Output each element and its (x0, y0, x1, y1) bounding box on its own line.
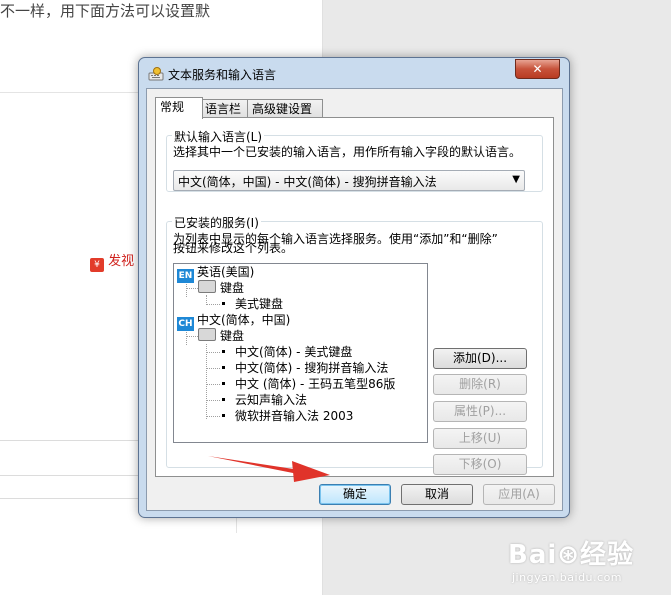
bullet-icon (222, 302, 225, 305)
tree-item-english-us[interactable]: EN 英语(美国) (177, 264, 255, 283)
baidu-jingyan-watermark: Bai⊛经验 jingyan.baidu.com (508, 534, 634, 584)
share-label: 发视 (108, 254, 135, 269)
tree-line (206, 416, 220, 418)
move-down-button[interactable]: 下移(O) (433, 454, 527, 475)
bullet-icon (222, 366, 225, 369)
tree-item-label: 中文(简体) - 美式键盘 (235, 345, 353, 359)
bullet-icon (222, 382, 225, 385)
bullet-icon (222, 350, 225, 353)
text-services-dialog: 文本服务和输入语言 ✕ 常规 语言栏 高级键设置 默认输入语言(L) 选择其中一… (138, 57, 570, 518)
dialog-client-area: 常规 语言栏 高级键设置 默认输入语言(L) 选择其中一个已安装的输入语言，用作… (146, 88, 563, 511)
default-language-value: 中文(简体，中国) - 中文(简体) - 搜狗拼音输入法 (178, 175, 437, 189)
tree-line (206, 384, 220, 386)
default-language-dropdown[interactable]: 中文(简体，中国) - 中文(简体) - 搜狗拼音输入法 ▼ (173, 170, 525, 191)
tab-advanced-label: 高级键设置 (252, 102, 313, 116)
annotation-arrow-icon (208, 456, 330, 482)
dialog-close-button[interactable]: ✕ (515, 59, 560, 79)
add-button[interactable]: 添加(D)... (433, 348, 527, 369)
tab-language-bar-label: 语言栏 (205, 102, 242, 116)
dialog-titlebar[interactable]: 文本服务和输入语言 ✕ (139, 58, 569, 88)
bullet-icon (222, 414, 225, 417)
tab-language-bar[interactable]: 语言栏 (200, 99, 249, 118)
installed-services-description-2: 按钮来修改这个列表。 (173, 241, 294, 255)
cancel-button[interactable]: 取消 (401, 484, 473, 505)
tree-line (186, 336, 198, 338)
properties-button[interactable]: 属性(P)... (433, 401, 527, 422)
tab-advanced-key-settings[interactable]: 高级键设置 (247, 99, 323, 118)
tree-item-service[interactable]: 中文(简体) - 搜狗拼音输入法 (222, 360, 388, 376)
tree-item-keyboard[interactable]: 键盘 (198, 280, 244, 296)
language-badge-ch: CH (177, 317, 194, 331)
tree-line (206, 352, 220, 354)
language-badge-en: EN (177, 269, 194, 283)
tree-item-label: 中文(简体) - 搜狗拼音输入法 (235, 361, 389, 375)
tree-item-service[interactable]: 云知声输入法 (222, 392, 307, 408)
tab-general[interactable]: 常规 (155, 97, 203, 119)
tree-item-label: 键盘 (220, 329, 245, 343)
tab-panel-general: 默认输入语言(L) 选择其中一个已安装的输入语言，用作所有输入字段的默认语言。 … (155, 117, 554, 477)
tree-item-label: 微软拼音输入法 2003 (235, 409, 354, 423)
default-language-group-label: 默认输入语言(L) (172, 128, 265, 145)
tree-line (206, 344, 208, 419)
installed-services-tree[interactable]: EN 英语(美国) 键盘 美式键盘 CH 中文(简体，中国) 键盘 中文(简体) -… (173, 263, 428, 443)
close-icon: ✕ (532, 62, 543, 76)
share-link[interactable]: ¥ 发视 (90, 250, 138, 272)
tree-item-label: 英语(美国) (197, 265, 255, 279)
tree-item-label: 中文 (简体) - 王码五笔型86版 (235, 377, 396, 391)
tree-item-label: 云知声输入法 (235, 393, 308, 407)
background-article-text: 不一样，用下面方法可以设置默 (0, 2, 211, 20)
keyboard-icon (198, 328, 216, 341)
tree-line (206, 368, 220, 370)
installed-services-group-label: 已安装的服务(I) (172, 214, 261, 231)
dialog-title: 文本服务和输入语言 (168, 68, 277, 82)
share-icon: ¥ (90, 258, 104, 272)
tree-line (186, 288, 198, 290)
remove-button[interactable]: 删除(R) (433, 374, 527, 395)
ok-button[interactable]: 确定 (319, 484, 391, 505)
tree-item-label: 键盘 (220, 281, 245, 295)
watermark-logo: Bai⊛经验 (508, 540, 635, 570)
move-up-button[interactable]: 上移(U) (433, 428, 527, 449)
tree-item-keyboard[interactable]: 键盘 (198, 328, 244, 344)
keyboard-globe-icon (148, 67, 164, 81)
tree-line (206, 400, 220, 402)
tree-item-chinese-simplified[interactable]: CH 中文(简体，中国) (177, 312, 291, 331)
keyboard-icon (198, 280, 216, 293)
apply-button[interactable]: 应用(A) (483, 484, 555, 505)
default-language-description: 选择其中一个已安装的输入语言，用作所有输入字段的默认语言。 (173, 145, 522, 159)
tree-item-service[interactable]: 中文(简体) - 美式键盘 (222, 344, 352, 360)
tree-item-service[interactable]: 微软拼音输入法 2003 (222, 408, 353, 424)
tree-item-label: 中文(简体，中国) (197, 313, 291, 327)
tree-line (206, 304, 220, 306)
watermark-url: jingyan.baidu.com (512, 571, 623, 584)
chevron-down-icon: ▼ (512, 174, 520, 185)
tree-item-label: 美式键盘 (235, 297, 284, 311)
tree-item-service[interactable]: 中文 (简体) - 王码五笔型86版 (222, 376, 395, 392)
tree-item-service[interactable]: 美式键盘 (222, 296, 283, 312)
tab-general-label: 常规 (160, 100, 185, 114)
bullet-icon (222, 398, 225, 401)
